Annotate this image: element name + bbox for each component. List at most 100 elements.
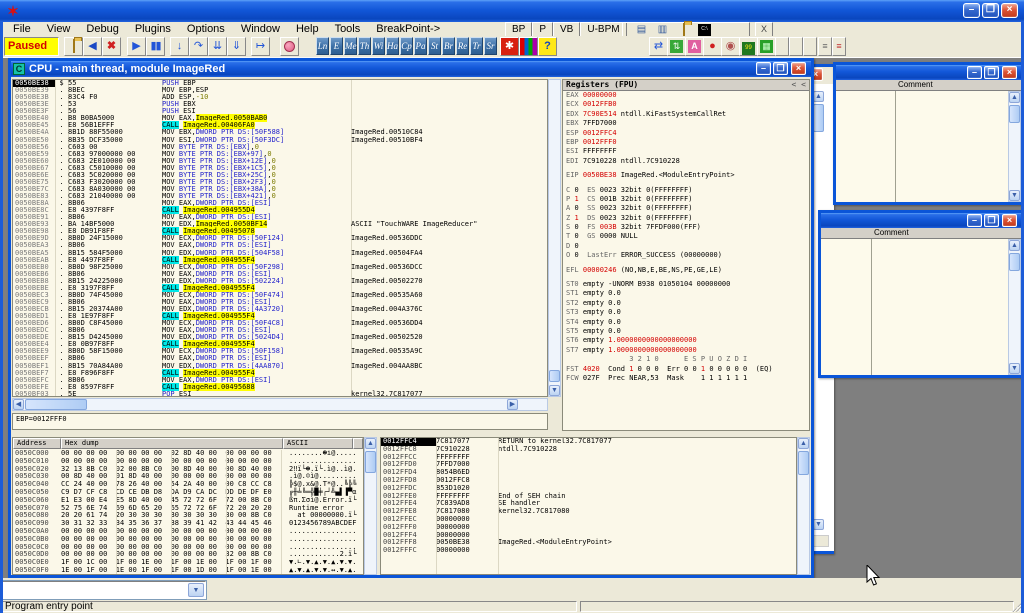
menu-item-help[interactable]: Help bbox=[288, 22, 327, 36]
pane-button-ln[interactable]: Ln bbox=[316, 37, 329, 55]
animate-over-button[interactable]: ⇓ bbox=[227, 37, 246, 56]
dump-vscrollbar[interactable]: ▲ bbox=[364, 437, 377, 575]
appearance-button[interactable] bbox=[519, 37, 538, 56]
registers-nav-icons[interactable]: < < bbox=[792, 80, 806, 90]
menu-item-window[interactable]: Window bbox=[233, 22, 288, 36]
register-line[interactable]: FST 4020 Cond 1 0 0 0 Err 0 0 1 0 0 0 0 … bbox=[563, 365, 809, 374]
scroll-down-icon[interactable]: ▼ bbox=[1009, 190, 1020, 201]
register-line[interactable]: EBX 7FFD7000 bbox=[563, 119, 809, 128]
disassembly-pane[interactable]: 0050BE38$55PUSH EBP0050BE39.8BECMOV EBP,… bbox=[12, 79, 548, 397]
cpu-minimize-button[interactable]: – bbox=[756, 62, 771, 75]
registers-pane[interactable]: Registers (FPU) < < EAX 00000000ECX 0012… bbox=[562, 79, 810, 431]
register-line[interactable]: ECX 0012FFB0 bbox=[563, 100, 809, 109]
scroll-up-icon[interactable]: ▲ bbox=[1009, 240, 1020, 251]
scroll-down-icon[interactable]: ▼ bbox=[1009, 363, 1020, 374]
grid-window-button[interactable]: ▦ bbox=[757, 37, 776, 56]
pane-button-e[interactable]: E bbox=[330, 37, 343, 55]
cpu-restore-button[interactable]: ❐ bbox=[773, 62, 788, 75]
register-line[interactable]: EFL 00000246 (NO,NB,E,BE,NS,PE,GE,LE) bbox=[563, 266, 809, 275]
step-into-button[interactable]: ↓ bbox=[170, 37, 189, 56]
cpu-close-button[interactable]: × bbox=[791, 62, 806, 75]
register-line[interactable]: ST3 empty 0.0 bbox=[563, 308, 809, 317]
disasm-row[interactable]: 0050BEF7.E8 F896F8FFCALL ImageRed.004955… bbox=[13, 370, 547, 377]
menu-close-button[interactable]: X bbox=[755, 22, 773, 37]
scrollbar-thumb[interactable] bbox=[1009, 253, 1020, 271]
command-combobox[interactable]: ▼ bbox=[2, 581, 206, 599]
register-line[interactable]: ESI FFFFFFFF bbox=[563, 147, 809, 156]
register-line[interactable]: EBP 0012FFF0 bbox=[563, 138, 809, 147]
dump-row[interactable]: 0050C0F01E 00 1F 00 1E 00 1F 00 1F 00 1D… bbox=[13, 567, 363, 574]
list-view-button-2[interactable]: ≡ bbox=[832, 37, 846, 56]
scroll-up-icon[interactable]: ▲ bbox=[365, 438, 376, 449]
register-line[interactable]: T 0 GS 0000 NULL bbox=[563, 232, 809, 241]
register-line[interactable]: Z 1 DS 0023 32bit 0(FFFFFFFF) bbox=[563, 214, 809, 223]
comment-window-bottom-titlebar[interactable]: – ❐ × bbox=[821, 213, 1021, 228]
restore-button[interactable]: ❐ bbox=[984, 66, 999, 79]
disasm-row[interactable]: 0050BED6.8B0D C8F45000MOV ECX,DWORD PTR … bbox=[13, 320, 547, 327]
scroll-down-icon[interactable]: ▼ bbox=[813, 519, 824, 530]
disasm-row[interactable]: 0050BE38$55PUSH EBP bbox=[13, 80, 547, 87]
comment-vscrollbar[interactable]: ▲ ▼ bbox=[1008, 91, 1021, 202]
register-line[interactable]: EAX 00000000 bbox=[563, 91, 809, 100]
folder-icon[interactable] bbox=[677, 24, 690, 36]
close-process-button[interactable]: ✖ bbox=[102, 37, 121, 56]
register-line[interactable]: C 0 ES 0023 32bit 0(FFFFFFFF) bbox=[563, 186, 809, 195]
menu-item-file[interactable]: File bbox=[5, 22, 39, 36]
stack-row[interactable]: 0012FFFC00000000 bbox=[381, 547, 796, 555]
disasm-row[interactable]: 0050BEE9.8B0D 58F15000MOV ECX,DWORD PTR … bbox=[13, 348, 547, 355]
menu-item-breakpoint[interactable]: BreakPoint-> bbox=[368, 22, 448, 36]
updown-plugin-button[interactable]: ⇅ bbox=[667, 37, 686, 56]
close-button[interactable]: × bbox=[1001, 3, 1018, 18]
pane-button-cp[interactable]: Cp bbox=[400, 37, 413, 55]
menu-item-options[interactable]: Options bbox=[179, 22, 233, 36]
comment-window-top[interactable]: – ❐ × Comment ▲ ▼ bbox=[833, 62, 1024, 205]
register-line[interactable]: EIP 0050BE38 ImageRed.<ModuleEntryPoint> bbox=[563, 171, 809, 180]
menu-item-view[interactable]: View bbox=[39, 22, 79, 36]
register-line[interactable]: FCW 027F Prec NEAR,53 Mask 1 1 1 1 1 1 bbox=[563, 374, 809, 383]
pane-button-pa[interactable]: Pa bbox=[414, 37, 427, 55]
scroll-up-icon[interactable]: ▲ bbox=[813, 91, 824, 102]
disasm-row[interactable]: 0050BEC3.8B0D 74F45000MOV ECX,DWORD PTR … bbox=[13, 292, 547, 299]
disasm-row[interactable]: 0050BE9D.8B0D 24F15000MOV ECX,DWORD PTR … bbox=[13, 235, 547, 242]
stack-pane[interactable]: 0012FFC47C817077RETURN to kernel32.7C817… bbox=[380, 437, 797, 575]
register-line[interactable]: ST0 empty -UNORM B938 01050104 00000000 bbox=[563, 280, 809, 289]
scrollbar-thumb[interactable] bbox=[25, 399, 87, 410]
scrollbar-thumb[interactable] bbox=[813, 104, 824, 132]
restore-button[interactable]: ❐ bbox=[982, 3, 999, 18]
disasm-row[interactable]: 0050BF03.5EPOP ESIkernel32.7C817077 bbox=[13, 391, 547, 397]
dump-pane[interactable]: Address Hex dump ASCII 0050C00000 00 00 … bbox=[12, 437, 364, 575]
cpu-titlebar[interactable]: C CPU - main thread, module ImageRed – ❐… bbox=[11, 61, 811, 77]
run-button[interactable]: ▶ bbox=[127, 37, 146, 56]
scroll-right-icon[interactable]: ▶ bbox=[507, 399, 518, 410]
disasm-hscrollbar[interactable]: ◀ ▶ bbox=[12, 398, 548, 411]
comment-vscrollbar[interactable]: ▲ ▼ bbox=[1008, 239, 1021, 375]
combobox-dropdown-icon[interactable]: ▼ bbox=[188, 583, 204, 597]
register-line[interactable]: P 1 CS 001B 32bit 0(FFFFFFFF) bbox=[563, 195, 809, 204]
info-pane[interactable]: EBP=0012FFF0 bbox=[12, 413, 548, 430]
scrollbar-thumb[interactable] bbox=[365, 451, 376, 473]
execute-till-return-button[interactable]: ↦ bbox=[251, 37, 270, 56]
animate-into-button[interactable]: ⇊ bbox=[208, 37, 227, 56]
register-line[interactable]: ESP 0012FFC4 bbox=[563, 129, 809, 138]
options-gear-button[interactable]: ✱ bbox=[500, 37, 519, 56]
register-line[interactable]: EDI 7C910228 ntdll.7C910228 bbox=[563, 157, 809, 166]
register-line[interactable]: ST1 empty 0.0 bbox=[563, 289, 809, 298]
register-line[interactable]: S 0 FS 003B 32bit 7FFDF000(FFF) bbox=[563, 223, 809, 232]
pane-button-th[interactable]: Th bbox=[358, 37, 371, 55]
disasm-row[interactable]: 0050BE3E.53PUSH EBX bbox=[13, 101, 547, 108]
toolbar-blank-button-3[interactable] bbox=[803, 37, 817, 56]
disasm-row[interactable]: 0050BEFE.E8 8597F8FFCALL ImageRed.004956… bbox=[13, 384, 547, 391]
restore-button[interactable]: ❐ bbox=[984, 214, 999, 227]
disasm-vscrollbar[interactable]: ▼ bbox=[548, 79, 561, 397]
register-line[interactable]: 3 2 1 0 E S P U O Z D I bbox=[563, 355, 809, 364]
scroll-up-icon[interactable]: ▲ bbox=[798, 438, 809, 449]
register-line[interactable]: EDX 7C90E514 ntdll.KiFastSystemCallRet bbox=[563, 110, 809, 119]
menu-button-vb[interactable]: VB bbox=[553, 22, 580, 37]
pane-button-br[interactable]: Br bbox=[442, 37, 455, 55]
pane-button-wi[interactable]: Wi bbox=[372, 37, 385, 55]
register-line[interactable]: ST7 empty 1.0000000000000000000 bbox=[563, 346, 809, 355]
menu-item-plugins[interactable]: Plugins bbox=[127, 22, 179, 36]
toolbar-blank-button-1[interactable] bbox=[775, 37, 789, 56]
spiral-plugin-button[interactable]: ◉ bbox=[721, 37, 740, 56]
register-line[interactable]: ST4 empty 0.0 bbox=[563, 318, 809, 327]
